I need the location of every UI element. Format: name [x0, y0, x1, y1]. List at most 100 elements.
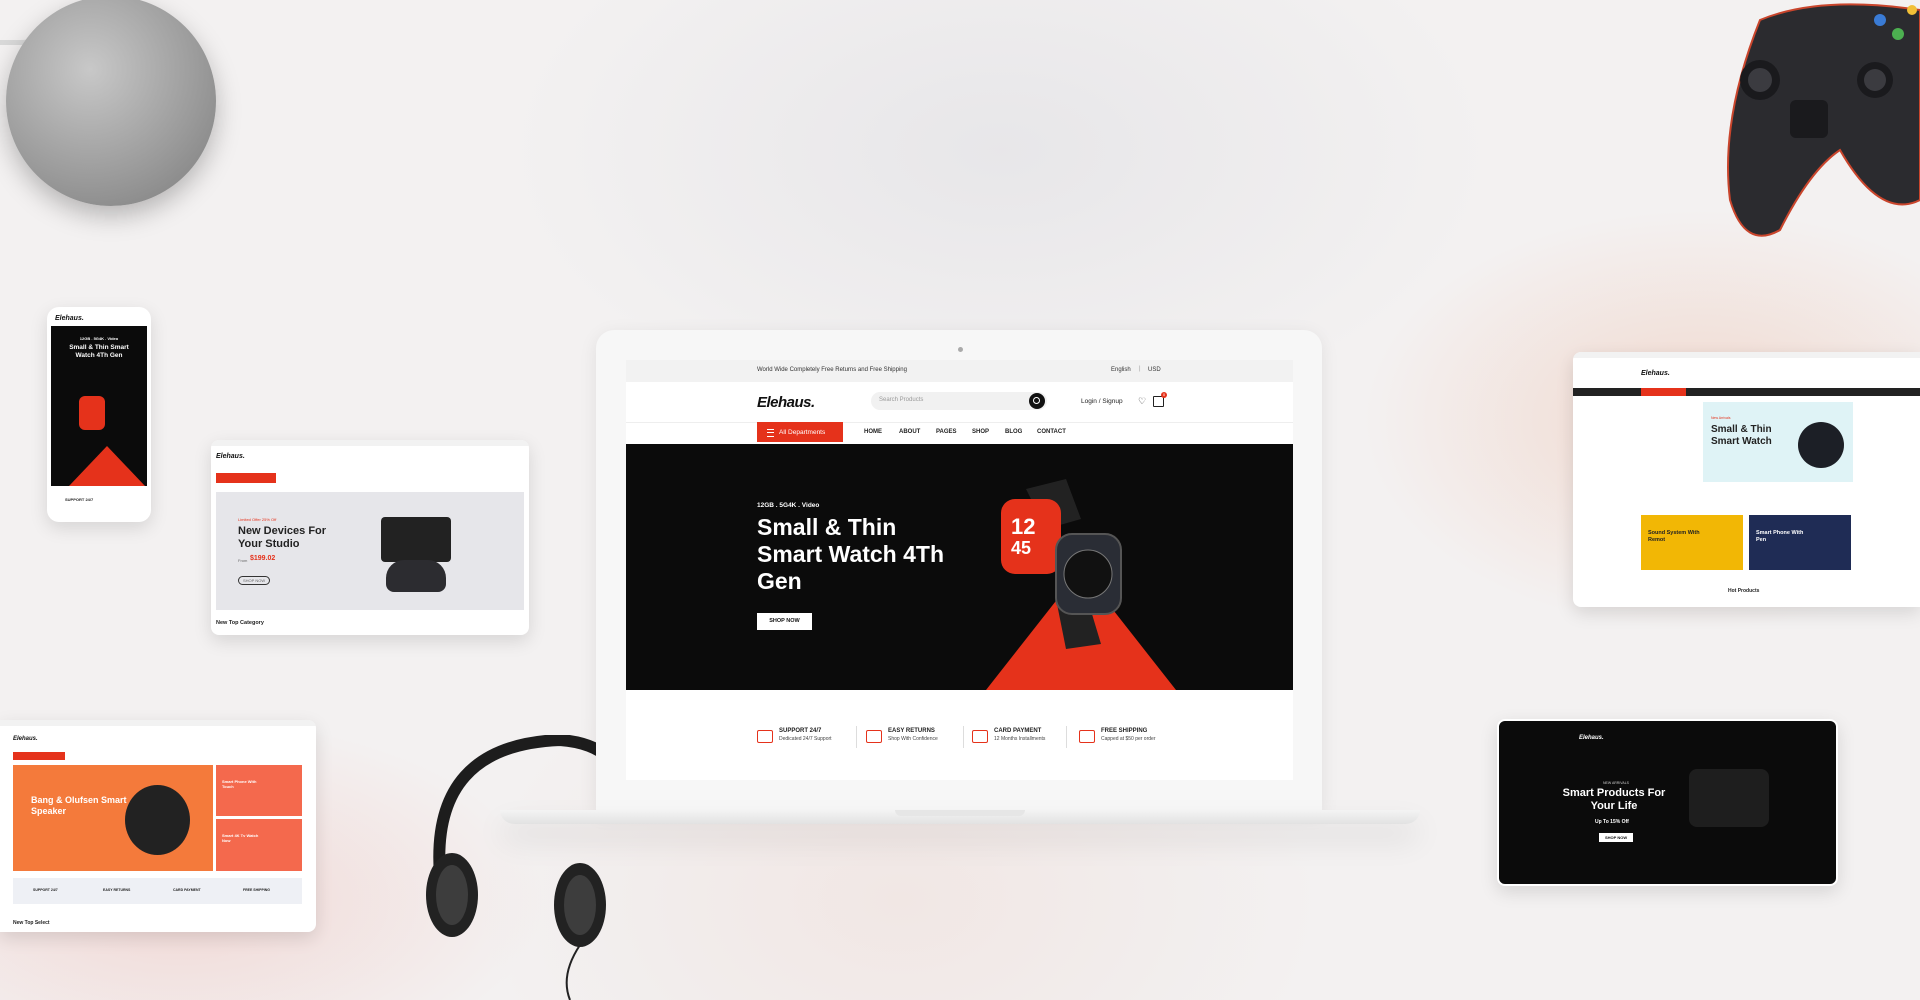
feature-divider: [963, 726, 964, 748]
phone-support-text: SUPPORT 24/7: [65, 497, 94, 502]
tablet-right-mockup: Elehaus. New Arrivals Small & Thin Smart…: [1573, 352, 1920, 607]
svg-text:45: 45: [1011, 538, 1031, 558]
tablet-right-card2-title: Smart Phone With Pen: [1756, 530, 1804, 543]
main-nav: All Departments HOME ABOUT PAGES SHOP BL…: [626, 422, 1293, 442]
dark-tablet-camera-image: [1689, 769, 1769, 827]
laptop-left-feature-1: SUPPORT 24/7: [33, 888, 58, 892]
phone-hero: 12GB . 5G4K . Video Small & Thin Smart W…: [51, 326, 147, 486]
dark-tablet-logo: Elehaus.: [1579, 735, 1604, 741]
nav-about[interactable]: ABOUT: [899, 429, 920, 435]
tablet-right-kicker: New Arrivals: [1711, 416, 1731, 420]
tablet-right-section-title: Hot Products: [1728, 588, 1760, 594]
tablet-right-speaker-image: [1798, 422, 1844, 468]
tablet-right-departments: [1641, 388, 1686, 396]
feature-title: FREE SHIPPING: [1101, 728, 1148, 734]
feature-subtitle: 12 Months Installments: [994, 736, 1046, 742]
nav-blog[interactable]: BLOG: [1005, 429, 1022, 435]
laptop-left-topbar: [0, 720, 316, 726]
feature-subtitle: Dedicated 24/7 Support: [779, 736, 832, 742]
laptop-left-title: Bang & Olufsen Smart Speaker: [31, 795, 127, 816]
nav-contact[interactable]: CONTACT: [1037, 429, 1066, 435]
feature-subtitle: Shop With Confidence: [888, 736, 938, 742]
feature-title: EASY RETURNS: [888, 728, 935, 734]
laptop-left-hero: Bang & Olufsen Smart Speaker: [13, 765, 213, 871]
tablet-right-nav: [1573, 388, 1920, 396]
nav-pages[interactable]: PAGES: [936, 429, 957, 435]
tablet-right-card1-title: Sound System With Remot: [1648, 530, 1700, 543]
topbar-divider: |: [1139, 366, 1141, 372]
laptop-left-feature-3: CARD PAYMENT: [173, 888, 201, 892]
tablet-left-price: $199.02: [250, 555, 276, 562]
tablet-right-title: Small & Thin Smart Watch: [1711, 424, 1772, 447]
phone-mockup: Elehaus. 12GB . 5G4K . Video Small & Thi…: [47, 307, 151, 522]
laptop-left-side1-title: Smart Phone With Touch: [222, 779, 257, 789]
tablet-left-mockup: Elehaus. Limited Offer 25% Off New Devic…: [211, 440, 529, 635]
features-row: SUPPORT 24/7 Dedicated 24/7 Support EASY…: [626, 690, 1293, 780]
tablet-right-topbar: [1573, 352, 1920, 358]
hero-tag: 12GB . 5G4K . Video: [757, 502, 820, 509]
cart-count-badge: 0: [1161, 392, 1167, 398]
laptop-left-departments: [13, 752, 65, 760]
dark-tablet-shop-button[interactable]: SHOP NOW: [1599, 833, 1634, 842]
truck-icon: [1079, 730, 1095, 743]
all-departments-label: All Departments: [779, 429, 826, 436]
hero-banner: 12 45 12GB . 5G4K . Video Small & Thin S…: [626, 444, 1293, 690]
nav-home[interactable]: HOME: [864, 429, 882, 435]
card-icon: [972, 730, 988, 743]
smart-speaker-image: [6, 0, 216, 206]
top-bar: World Wide Completely Free Returns and F…: [626, 360, 1293, 382]
wishlist-icon[interactable]: ♡: [1138, 396, 1146, 407]
tablet-right-hero: New Arrivals Small & Thin Smart Watch: [1703, 402, 1853, 482]
tablet-right-card-yellow: Sound System With Remot: [1641, 515, 1743, 570]
laptop-left-feature-4: FREE SHIPPING: [243, 888, 271, 892]
language-select[interactable]: English: [1111, 367, 1131, 373]
svg-text:12: 12: [1011, 514, 1035, 539]
laptop-left-side-card-1: Smart Phone With Touch: [216, 765, 302, 816]
search-icon[interactable]: [1029, 393, 1045, 409]
search-input[interactable]: Search Products: [879, 397, 923, 403]
laptop-left-side-card-2: Smart 4K Tv Watch Now: [216, 819, 302, 871]
dark-tablet-title: Smart Products For Your Life: [1562, 787, 1666, 812]
tablet-left-phone-image: [381, 517, 451, 562]
site-header: Elehaus. Search Products Login / Signup …: [626, 382, 1293, 423]
site-logo[interactable]: Elehaus.: [757, 394, 815, 411]
laptop-left-section-title: New Top Select: [13, 920, 50, 926]
tablet-right-logo: Elehaus.: [1641, 370, 1670, 377]
login-link[interactable]: Login / Signup: [1081, 398, 1123, 405]
feature-divider: [856, 726, 857, 748]
hero-title: Small & Thin Smart Watch 4Th Gen: [757, 514, 945, 594]
tablet-left-topbar: [211, 440, 529, 446]
feature-subtitle: Capped at $50 per order: [1101, 736, 1156, 742]
menu-icon: [767, 429, 774, 437]
tablet-right-card-blue: Smart Phone With Pen: [1749, 515, 1851, 570]
laptop-left-feature-2: EASY RETURNS: [103, 888, 131, 892]
feature-divider: [1066, 726, 1067, 748]
tablet-left-section-title: New Top Category: [216, 620, 264, 626]
hero-shop-button[interactable]: SHOP NOW: [757, 613, 812, 630]
tablet-left-controller-image: [386, 560, 446, 592]
feature-title: SUPPORT 24/7: [779, 728, 822, 734]
phone-watch-image: [79, 396, 105, 430]
laptop-left-logo: Elehaus.: [13, 736, 38, 742]
search-bar[interactable]: Search Products: [871, 392, 1047, 410]
phone-hero-title: Small & Thin Smart Watch 4Th Gen: [69, 344, 129, 359]
tablet-left-hero: Limited Offer 25% Off New Devices For Yo…: [216, 492, 524, 610]
returns-icon: [866, 730, 882, 743]
laptop-left-speaker-image: [125, 785, 190, 855]
phone-red-triangle: [69, 446, 145, 486]
laptop-left-side2-title: Smart 4K Tv Watch Now: [222, 833, 259, 843]
all-departments-button[interactable]: All Departments: [757, 422, 843, 442]
tablet-left-shop-button[interactable]: SHOP NOW: [238, 576, 271, 585]
dark-tablet-offer: Up To 15% Off: [1595, 819, 1629, 825]
laptop-left-mockup: Elehaus. Bang & Olufsen Smart Speaker Sm…: [0, 720, 316, 932]
currency-select[interactable]: USD: [1148, 367, 1161, 373]
dark-tablet-kicker: NEW ARRIVALS: [1603, 781, 1629, 785]
laptop-screen: World Wide Completely Free Returns and F…: [626, 360, 1293, 780]
chat-icon: [757, 730, 773, 743]
feature-title: CARD PAYMENT: [994, 728, 1042, 734]
nav-shop[interactable]: SHOP: [972, 429, 989, 435]
laptop-notch: [895, 810, 1025, 816]
dark-tablet-mockup: Elehaus. NEW ARRIVALS Smart Products For…: [1497, 719, 1838, 886]
smartwatch-image: 12 45: [1001, 479, 1122, 649]
tablet-left-kicker: Limited Offer 25% Off: [238, 517, 277, 522]
